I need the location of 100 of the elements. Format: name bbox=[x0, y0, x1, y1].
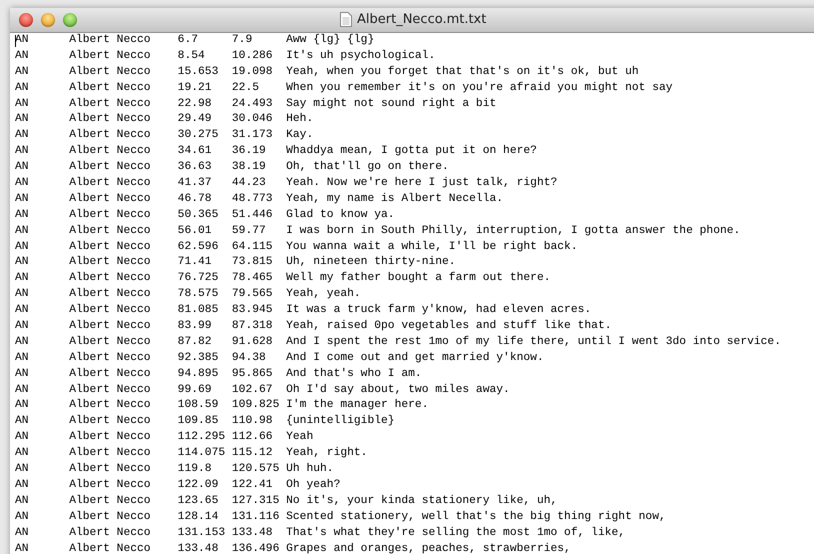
start-time: 131.153 bbox=[178, 526, 226, 541]
speaker-code: AN bbox=[15, 334, 29, 350]
utterance-text: Yeah, my name is Albert Necella. bbox=[286, 192, 504, 207]
speaker-code: AN bbox=[15, 255, 29, 270]
speaker-code: AN bbox=[15, 303, 29, 318]
utterance-text: Uh huh. bbox=[286, 462, 334, 478]
utterance-text: When you remember it's on you're afraid you might not say bbox=[286, 80, 673, 96]
end-time: 78.465 bbox=[232, 271, 273, 286]
speaker-name: Albert Necco bbox=[69, 334, 151, 350]
utterance-text: Grapes and oranges, peaches, strawberries, bbox=[286, 542, 571, 554]
speaker-name: Albert Necco bbox=[69, 271, 151, 286]
end-time: 7.9 bbox=[232, 33, 252, 48]
end-time: 10.286 bbox=[232, 48, 273, 64]
speaker-name: Albert Necco bbox=[69, 398, 151, 414]
utterance-text: Yeah. Now we're here I just talk, right? bbox=[286, 176, 558, 192]
utterance-text: Yeah, yeah. bbox=[286, 287, 361, 302]
speaker-name: Albert Necco bbox=[69, 192, 151, 207]
start-time: 94.895 bbox=[178, 366, 218, 382]
utterance-text: Oh, that'll go on there. bbox=[286, 160, 449, 176]
utterance-text: Heh. bbox=[286, 112, 314, 128]
start-time: 99.69 bbox=[178, 382, 212, 398]
start-time: 50.365 bbox=[178, 208, 218, 223]
start-time: 133.48 bbox=[178, 542, 218, 554]
end-time: 109.825 bbox=[232, 398, 280, 414]
end-time: 44.23 bbox=[232, 176, 266, 192]
speaker-code: AN bbox=[15, 96, 29, 112]
utterance-text: Yeah bbox=[286, 430, 314, 446]
start-time: 119.8 bbox=[178, 462, 212, 478]
start-time: 112.295 bbox=[178, 430, 226, 446]
speaker-name: Albert Necco bbox=[69, 462, 151, 478]
end-time: 31.173 bbox=[232, 128, 273, 144]
start-time: 6.7 bbox=[178, 33, 198, 48]
start-time: 36.63 bbox=[178, 160, 212, 176]
start-time: 8.54 bbox=[178, 48, 205, 64]
speaker-code: AN bbox=[15, 112, 29, 128]
close-button[interactable] bbox=[19, 13, 33, 27]
end-time: 127.315 bbox=[232, 494, 280, 509]
utterance-text: Glad to know ya. bbox=[286, 208, 395, 223]
speaker-code: AN bbox=[15, 446, 29, 462]
start-time: 109.85 bbox=[178, 414, 218, 430]
start-time: 30.275 bbox=[178, 128, 218, 144]
start-time: 15.653 bbox=[178, 64, 218, 80]
speaker-code: AN bbox=[15, 287, 29, 302]
end-time: 73.815 bbox=[232, 255, 273, 270]
speaker-name: Albert Necco bbox=[69, 160, 151, 176]
speaker-name: Albert Necco bbox=[69, 414, 151, 430]
utterance-text: Whaddya mean, I gotta put it on here? bbox=[286, 144, 537, 160]
end-time: 131.116 bbox=[232, 510, 280, 525]
end-time: 48.773 bbox=[232, 192, 273, 207]
speaker-code: AN bbox=[15, 430, 29, 446]
utterance-text: Yeah, right. bbox=[286, 446, 368, 462]
speaker-code: AN bbox=[15, 494, 29, 509]
speaker-name: Albert Necco bbox=[69, 176, 151, 192]
end-time: 102.67 bbox=[232, 382, 273, 398]
speaker-code: AN bbox=[15, 414, 29, 430]
speaker-code: AN bbox=[15, 271, 29, 286]
end-time: 136.496 bbox=[232, 542, 280, 554]
speaker-name: Albert Necco bbox=[69, 430, 151, 446]
speaker-code: AN bbox=[15, 398, 29, 414]
end-time: 87.318 bbox=[232, 319, 273, 334]
speaker-name: Albert Necco bbox=[69, 319, 151, 334]
speaker-name: Albert Necco bbox=[69, 478, 151, 493]
speaker-name: Albert Necco bbox=[69, 224, 151, 239]
speaker-code: AN bbox=[15, 366, 29, 382]
speaker-code: AN bbox=[15, 240, 29, 255]
speaker-code: AN bbox=[15, 542, 29, 554]
speaker-name: Albert Necco bbox=[69, 287, 151, 302]
utterance-text: Oh yeah? bbox=[286, 478, 340, 493]
speaker-name: Albert Necco bbox=[69, 112, 151, 128]
speaker-code: AN bbox=[15, 176, 29, 192]
speaker-name: Albert Necco bbox=[69, 510, 151, 525]
end-time: 30.046 bbox=[232, 112, 273, 128]
end-time: 91.628 bbox=[232, 334, 273, 350]
utterance-text: Uh, nineteen thirty-nine. bbox=[286, 255, 456, 270]
start-time: 78.575 bbox=[178, 287, 218, 302]
utterance-text: I'm the manager here. bbox=[286, 398, 428, 414]
start-time: 114.075 bbox=[178, 446, 226, 462]
start-time: 29.49 bbox=[178, 112, 212, 128]
speaker-name: Albert Necco bbox=[69, 48, 151, 64]
start-time: 34.61 bbox=[178, 144, 212, 160]
utterance-text: Well my father bought a farm out there. bbox=[286, 271, 550, 286]
end-time: 94.38 bbox=[232, 350, 266, 366]
speaker-code: AN bbox=[15, 144, 29, 160]
utterance-text: Say might not sound right a bit bbox=[286, 96, 496, 112]
end-time: 112.66 bbox=[232, 430, 273, 446]
speaker-code: AN bbox=[15, 510, 29, 525]
start-time: 46.78 bbox=[178, 192, 212, 207]
speaker-name: Albert Necco bbox=[69, 446, 151, 462]
minimize-button[interactable] bbox=[41, 13, 55, 27]
utterance-text: I was born in South Philly, interruption, I gotta answer the phone. bbox=[286, 224, 740, 239]
speaker-name: Albert Necco bbox=[69, 240, 151, 255]
zoom-button[interactable] bbox=[63, 13, 77, 27]
document-icon bbox=[340, 12, 352, 27]
utterance-text: Yeah, raised 0po vegetables and stuff like that. bbox=[286, 319, 612, 334]
speaker-code: AN bbox=[15, 526, 29, 541]
end-time: 24.493 bbox=[232, 96, 273, 112]
end-time: 120.575 bbox=[232, 462, 280, 478]
end-time: 19.098 bbox=[232, 64, 273, 80]
speaker-name: Albert Necco bbox=[69, 526, 151, 541]
utterance-text: Aww {lg} {lg} bbox=[286, 33, 374, 48]
